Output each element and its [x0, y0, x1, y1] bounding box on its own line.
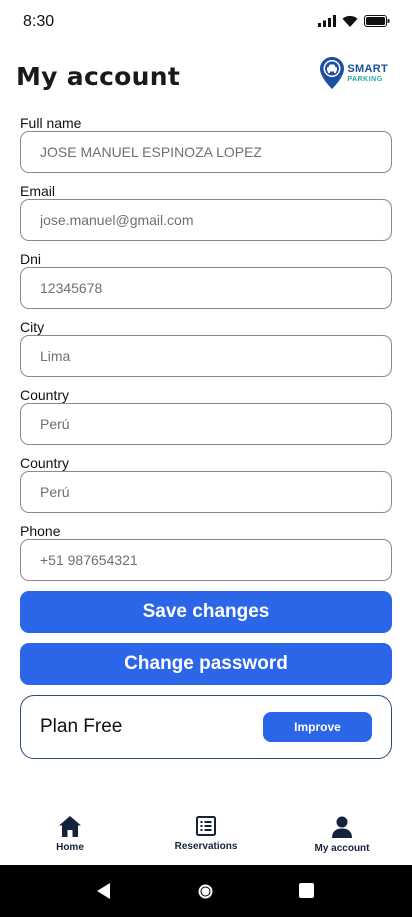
dni-field: Dni — [20, 251, 392, 309]
bottom-nav: Home Reservations My account — [0, 810, 412, 865]
nav-label-home: Home — [56, 842, 84, 853]
email-input[interactable] — [20, 199, 392, 241]
list-icon — [196, 816, 216, 836]
home-circle-icon[interactable] — [197, 883, 214, 900]
nav-item-my-account[interactable]: My account — [282, 816, 402, 854]
nav-label-my-account: My account — [314, 843, 370, 854]
signal-icon — [318, 15, 336, 27]
smart-parking-logo: SMART PARKING — [320, 57, 388, 89]
header: My account SMART PARKING — [0, 52, 412, 100]
full-name-label: Full name — [20, 115, 82, 131]
nav-item-home[interactable]: Home — [10, 816, 130, 853]
back-icon[interactable] — [97, 883, 111, 899]
save-changes-button[interactable]: Save changes — [20, 591, 392, 633]
country-label: Country — [20, 387, 70, 403]
logo-text-smart: SMART — [347, 62, 388, 75]
country-label-2: Country — [20, 455, 70, 471]
page-title: My account — [16, 62, 181, 91]
dni-input[interactable] — [20, 267, 392, 309]
full-name-field: Full name — [20, 115, 392, 173]
email-field: Email — [20, 183, 392, 241]
plan-card: Plan Free Improve — [20, 695, 392, 759]
person-icon — [332, 816, 352, 838]
recents-icon[interactable] — [299, 883, 314, 898]
status-icons — [318, 15, 390, 27]
parking-location-pin-icon — [320, 57, 345, 89]
battery-icon — [364, 15, 390, 27]
country-input[interactable] — [20, 403, 392, 445]
country-field: Country — [20, 387, 392, 445]
nav-item-reservations[interactable]: Reservations — [146, 816, 266, 852]
country-field-2: Country — [20, 455, 392, 513]
email-label: Email — [20, 183, 56, 199]
phone-field: Phone — [20, 523, 392, 581]
improve-plan-button[interactable]: Improve — [263, 712, 372, 742]
status-time: 8:30 — [23, 13, 55, 30]
city-field: City — [20, 319, 392, 377]
change-password-button[interactable]: Change password — [20, 643, 392, 685]
nav-label-reservations: Reservations — [174, 841, 238, 852]
dni-label: Dni — [20, 251, 42, 267]
phone-input[interactable] — [20, 539, 392, 581]
plan-label: Plan Free — [40, 716, 123, 737]
country-input-2[interactable] — [20, 471, 392, 513]
wifi-icon — [342, 15, 358, 27]
city-input[interactable] — [20, 335, 392, 377]
home-icon — [59, 816, 81, 837]
logo-text-parking: PARKING — [347, 75, 383, 83]
full-name-input[interactable] — [20, 131, 392, 173]
system-nav-bar — [0, 865, 412, 917]
phone-label: Phone — [20, 523, 61, 539]
city-label: City — [20, 319, 45, 335]
status-bar: 8:30 — [0, 0, 412, 44]
